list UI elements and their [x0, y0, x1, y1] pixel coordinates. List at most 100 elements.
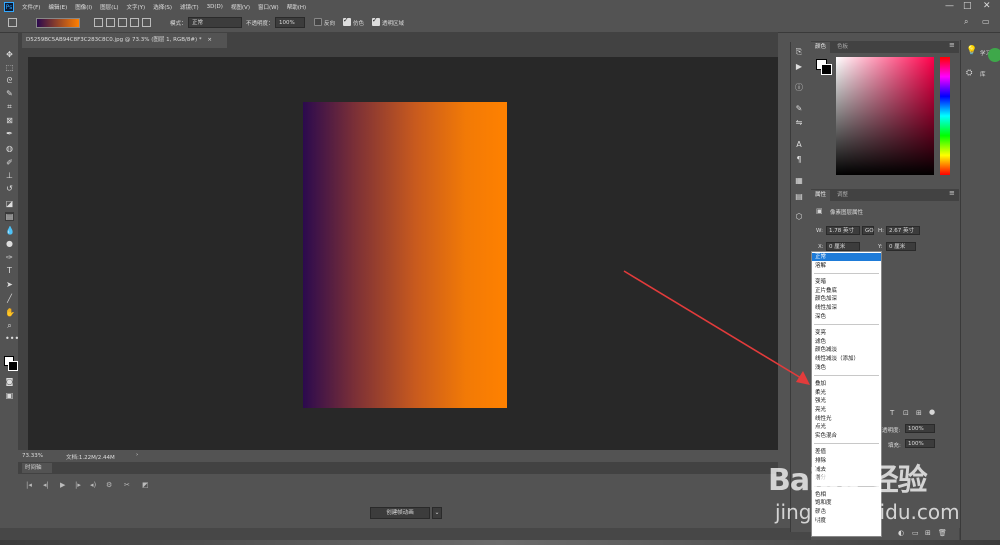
move-tool-icon[interactable]: ✥ [5, 50, 14, 59]
filter-toggle-icon[interactable]: ● [929, 408, 935, 416]
blur-tool-icon[interactable]: 💧 [5, 226, 15, 235]
transparency-checkbox[interactable] [372, 16, 380, 26]
hue-slider[interactable] [940, 57, 950, 175]
blend-mode-option[interactable]: 正片叠底 [812, 287, 881, 295]
color-picker-field[interactable] [836, 57, 934, 175]
create-animation-dropdown-icon[interactable]: ⌄ [432, 507, 442, 519]
hand-tool-icon[interactable]: ✋ [5, 308, 15, 317]
link-dimensions-button[interactable]: GO [862, 226, 874, 235]
new-layer-icon[interactable]: ⊞ [925, 529, 931, 537]
properties-panel-menu-icon[interactable]: ≡ [949, 189, 955, 197]
color-panel-menu-icon[interactable]: ≡ [949, 41, 955, 49]
opacity-input[interactable]: 100% [275, 17, 305, 28]
prev-frame-icon[interactable]: ◂| [43, 481, 49, 489]
clone-stamp-tool-icon[interactable]: ⊥ [5, 171, 14, 180]
blend-mode-option[interactable]: 深色 [812, 313, 881, 321]
swatches-panel-icon[interactable]: ▦ [794, 176, 804, 186]
frame-tool-icon[interactable]: ⊠ [5, 116, 14, 125]
blend-mode-option[interactable]: 柔光 [812, 389, 881, 397]
blend-mode-option[interactable]: 溶解 [812, 262, 881, 270]
linear-gradient-icon[interactable] [94, 18, 103, 27]
layer-opacity-input[interactable]: 100% [905, 424, 935, 433]
screen-mode-icon[interactable]: ▣ [5, 391, 14, 400]
gradient-document-image[interactable] [303, 102, 507, 408]
pen-tool-icon[interactable]: ✑ [5, 253, 14, 262]
close-tab-icon[interactable]: × [207, 37, 212, 43]
maximize-button[interactable]: □ [963, 1, 972, 11]
blend-mode-option[interactable]: 浅色 [812, 364, 881, 372]
more-tools-icon[interactable]: ••• [5, 334, 19, 343]
blend-mode-option[interactable]: 叠加 [812, 380, 881, 388]
dither-checkbox[interactable] [343, 16, 351, 26]
diamond-gradient-icon[interactable] [142, 18, 151, 27]
quick-select-tool-icon[interactable]: ✎ [5, 89, 14, 98]
menu-edit[interactable]: 编辑(E) [48, 3, 67, 11]
search-icon[interactable]: ⌕ [964, 17, 968, 27]
gradient-picker[interactable] [36, 18, 80, 28]
h-input[interactable]: 2.67 英寸 [886, 226, 920, 235]
actions-panel-icon[interactable]: ▶ [794, 62, 804, 72]
minimize-button[interactable]: — [945, 1, 954, 11]
settings-icon[interactable]: ⚙ [106, 481, 112, 489]
history-panel-icon[interactable]: ⎘ [794, 47, 804, 57]
new-folder-icon[interactable]: ▭ [912, 529, 919, 537]
tab-color[interactable]: 颜色 [811, 42, 831, 53]
blend-mode-option[interactable]: 亮光 [812, 406, 881, 414]
blend-mode-option[interactable]: 强光 [812, 397, 881, 405]
create-frame-animation-button[interactable]: 创建帧动画 [370, 507, 430, 519]
learn-icon[interactable]: 💡 [966, 46, 977, 56]
menu-image[interactable]: 图像(I) [75, 3, 92, 11]
line-tool-icon[interactable]: ╱ [5, 294, 14, 303]
document-tab[interactable]: D5259BC5AB94C8F3C283C8C0.jpg @ 73.3% (图层… [22, 33, 227, 48]
tab-swatches[interactable]: 色板 [833, 42, 852, 53]
menu-view[interactable]: 视图(V) [231, 3, 250, 11]
gradient-tool-preset-icon[interactable] [8, 18, 17, 27]
blend-mode-option[interactable]: 滤色 [812, 338, 881, 346]
blend-mode-option[interactable]: 线性加深 [812, 304, 881, 312]
dodge-tool-icon[interactable]: ● [5, 239, 14, 248]
blend-mode-option[interactable]: 点光 [812, 423, 881, 431]
tab-properties[interactable]: 属性 [811, 190, 831, 201]
marquee-tool-icon[interactable]: ⬚ [5, 63, 14, 72]
next-frame-icon[interactable]: |▸ [75, 481, 81, 489]
library-icon[interactable]: ⛭ [966, 68, 972, 78]
paragraph-panel-icon[interactable]: ¶ [794, 155, 804, 165]
x-input[interactable]: 0 厘米 [826, 242, 860, 251]
adjustments-icon[interactable]: ⇋ [794, 118, 804, 128]
menu-layer[interactable]: 图层(L) [100, 3, 118, 11]
blend-mode-option[interactable]: 颜色减淡 [812, 346, 881, 354]
new-group-icon[interactable]: ◐ [898, 529, 904, 537]
brush-settings-icon[interactable]: ✎ [794, 104, 804, 114]
zoom-tool-icon[interactable]: ⌕ [5, 321, 14, 330]
eraser-tool-icon[interactable]: ◪ [5, 199, 14, 208]
reflected-gradient-icon[interactable] [130, 18, 139, 27]
eyedropper-tool-icon[interactable]: ✒ [5, 129, 14, 138]
blend-mode-option[interactable]: 变亮 [812, 329, 881, 337]
w-input[interactable]: 1.78 英寸 [826, 226, 860, 235]
workspace-icon[interactable]: ▭ [982, 17, 990, 26]
blend-mode-option[interactable]: 变暗 [812, 278, 881, 286]
layer-comps-icon[interactable]: ▤ [794, 192, 804, 202]
quick-mask-icon[interactable]: ◙ [5, 377, 14, 386]
library-label[interactable]: 库 [980, 70, 986, 78]
angle-gradient-icon[interactable] [118, 18, 127, 27]
menu-3d[interactable]: 3D(D) [207, 4, 223, 10]
character-panel-icon[interactable]: A [794, 140, 804, 150]
mode-select[interactable]: 正常 [188, 17, 242, 28]
menu-file[interactable]: 文件(F) [22, 3, 40, 11]
transition-icon[interactable]: ◩ [142, 481, 149, 489]
menu-help[interactable]: 帮助(H) [287, 3, 306, 11]
layer-fill-input[interactable]: 100% [905, 439, 935, 448]
color-background-swatch[interactable] [821, 64, 832, 75]
crop-tool-icon[interactable]: ⌗ [5, 102, 14, 111]
brush-tool-icon[interactable]: ✐ [5, 158, 14, 167]
lasso-tool-icon[interactable]: ᘓ [5, 76, 14, 85]
tab-adjustments[interactable]: 调整 [833, 190, 852, 201]
zoom-level[interactable]: 73.33% [22, 453, 43, 459]
filter-smart-icon[interactable]: ⊞ [916, 409, 922, 417]
type-tool-icon[interactable]: T [5, 266, 14, 275]
cut-icon[interactable]: ✂ [124, 481, 130, 489]
path-selection-tool-icon[interactable]: ➤ [5, 280, 14, 289]
filter-type-icon[interactable]: T [890, 409, 894, 417]
y-input[interactable]: 0 厘米 [886, 242, 916, 251]
